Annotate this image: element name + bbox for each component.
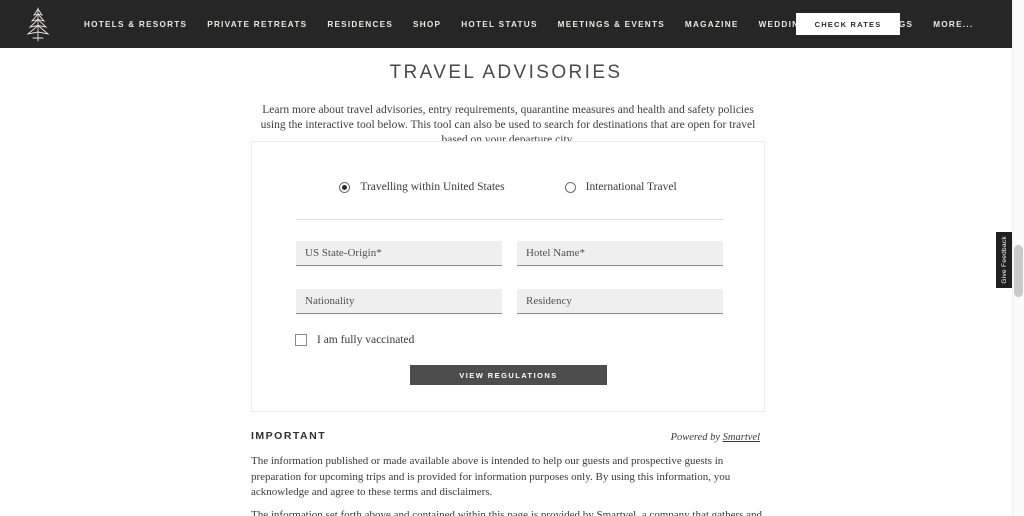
view-regulations-button[interactable]: VIEW REGULATIONS xyxy=(410,365,607,385)
page-title: TRAVEL ADVISORIES xyxy=(389,62,623,83)
radio-domestic-icon[interactable] xyxy=(339,181,351,193)
radio-international-icon[interactable] xyxy=(564,181,576,193)
hotel-name-label: Hotel Name* xyxy=(526,247,585,259)
page-root: HOTELS & RESORTS PRIVATE RETREATS RESIDE… xyxy=(0,0,1024,516)
us-state-origin-label: US State-Origin* xyxy=(305,247,382,259)
nav-item-shop[interactable]: SHOP xyxy=(403,14,451,35)
nav-item-residences[interactable]: RESIDENCES xyxy=(317,14,403,35)
disclaimer-paragraph-2: The information set forth above and cont… xyxy=(251,509,763,516)
us-state-origin-input[interactable]: US State-Origin* xyxy=(296,241,502,266)
powered-by-prefix: Powered by xyxy=(670,432,723,443)
trip-type-radio-group: Travelling within United States Internat… xyxy=(252,181,764,193)
fully-vaccinated-label: I am fully vaccinated xyxy=(317,334,415,346)
nav-item-more[interactable]: MORE... xyxy=(923,14,983,35)
radio-option-domestic[interactable]: Travelling within United States xyxy=(339,181,505,193)
nav-item-hotel-status[interactable]: HOTEL STATUS xyxy=(451,14,547,35)
radio-option-international[interactable]: International Travel xyxy=(564,181,677,193)
residency-input[interactable]: Residency xyxy=(517,289,723,314)
residency-label: Residency xyxy=(526,295,572,307)
disclaimer-paragraph-1: The information published or made availa… xyxy=(251,455,731,498)
check-rates-button[interactable]: CHECK RATES xyxy=(796,13,900,35)
hotel-name-input[interactable]: Hotel Name* xyxy=(517,241,723,266)
nav-item-private-retreats[interactable]: PRIVATE RETREATS xyxy=(197,14,317,35)
nav-item-magazine[interactable]: MAGAZINE xyxy=(675,14,749,35)
page-scrollbar-thumb[interactable] xyxy=(1014,245,1023,297)
nationality-label: Nationality xyxy=(305,295,355,307)
nav-item-hotels-resorts[interactable]: HOTELS & RESORTS xyxy=(74,14,197,35)
powered-by-credit: Powered by Smartvel xyxy=(671,432,760,443)
top-navigation-bar: HOTELS & RESORTS PRIVATE RETREATS RESIDE… xyxy=(0,0,1012,48)
travel-advisory-form-card: Travelling within United States Internat… xyxy=(251,141,765,412)
fully-vaccinated-checkbox-icon[interactable] xyxy=(295,334,307,346)
important-heading: IMPORTANT xyxy=(251,430,327,442)
nav-item-meetings-events[interactable]: MEETINGS & EVENTS xyxy=(548,14,675,35)
pine-tree-logo-icon xyxy=(25,5,51,43)
radio-international-label: International Travel xyxy=(585,181,677,193)
form-divider xyxy=(296,219,724,220)
radio-domestic-label: Travelling within United States xyxy=(360,181,505,193)
nationality-input[interactable]: Nationality xyxy=(296,289,502,314)
give-feedback-label: Give Feedback xyxy=(1000,236,1008,284)
brand-logo-link[interactable] xyxy=(6,5,70,43)
fully-vaccinated-checkbox-row[interactable]: I am fully vaccinated xyxy=(295,334,414,346)
smartvel-link[interactable]: Smartvel xyxy=(723,432,760,443)
page-scrollbar-track[interactable] xyxy=(1012,0,1024,516)
give-feedback-tab[interactable]: Give Feedback xyxy=(996,232,1012,288)
